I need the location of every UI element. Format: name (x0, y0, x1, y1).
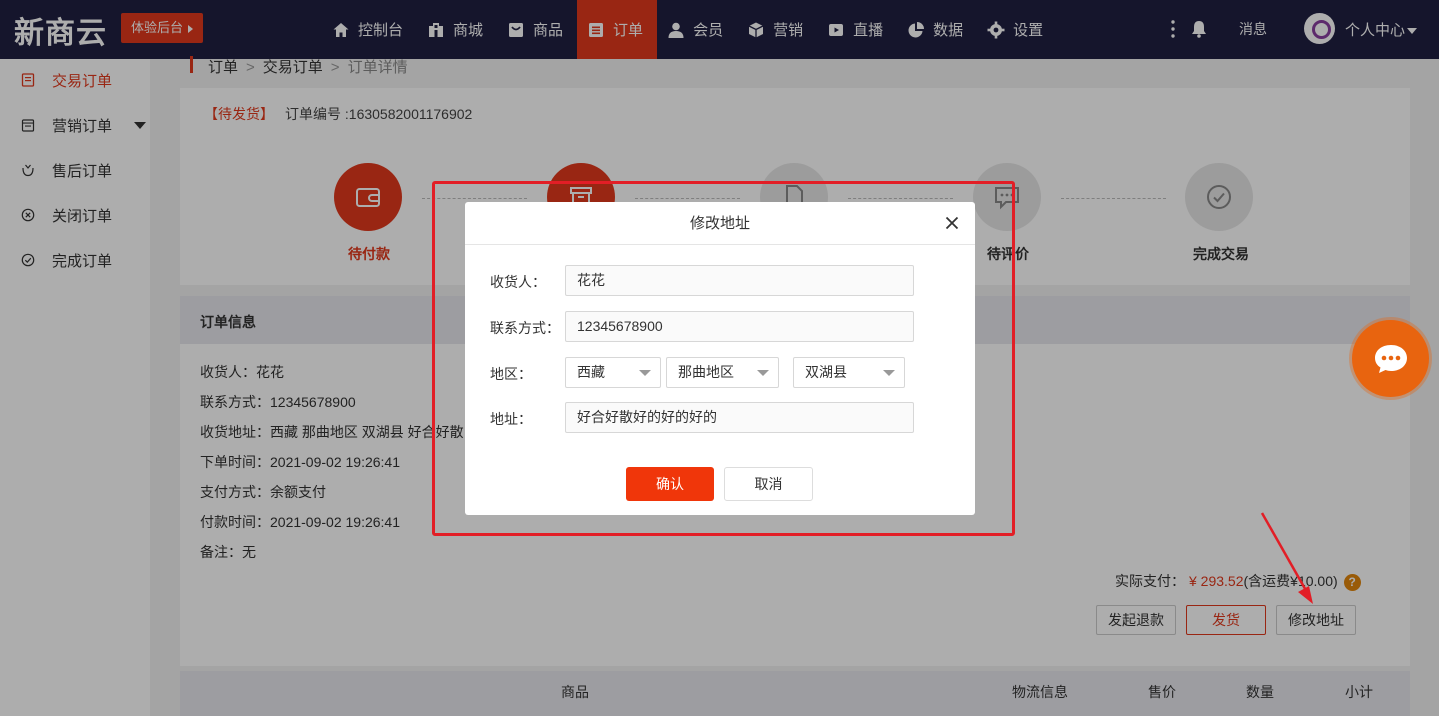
chevron-down-icon (639, 370, 651, 376)
dialog-title: 修改地址 (689, 215, 750, 232)
customer-service-chat-button[interactable] (1352, 320, 1429, 397)
province-select[interactable]: 西藏 (565, 357, 661, 388)
phone-input[interactable]: 12345678900 (565, 311, 914, 342)
region-label: 地区： (490, 366, 532, 382)
cancel-button[interactable]: 取消 (724, 467, 813, 501)
chevron-down-icon (757, 370, 769, 376)
city-value: 那曲地区 (678, 364, 734, 380)
annotation-arrow-icon (1260, 512, 1313, 604)
county-select[interactable]: 双湖县 (793, 357, 905, 388)
dialog-header: 修改地址 (465, 202, 975, 245)
confirm-button[interactable]: 确认 (626, 467, 714, 501)
province-value: 西藏 (577, 364, 605, 380)
phone-label: 联系方式： (490, 320, 560, 336)
chevron-down-icon (883, 370, 895, 376)
county-value: 双湖县 (805, 364, 847, 380)
city-select[interactable]: 那曲地区 (666, 357, 779, 388)
receiver-label: 收货人： (490, 274, 546, 290)
address-label: 地址： (490, 411, 532, 427)
address-input[interactable]: 好合好散好的好的好的 (565, 402, 914, 433)
chat-icon (1375, 345, 1407, 373)
close-icon[interactable] (945, 216, 959, 230)
edit-address-dialog: 修改地址 收货人： 花花 联系方式： 12345678900 地区： 西藏 那曲… (465, 202, 975, 515)
receiver-input[interactable]: 花花 (565, 265, 914, 296)
